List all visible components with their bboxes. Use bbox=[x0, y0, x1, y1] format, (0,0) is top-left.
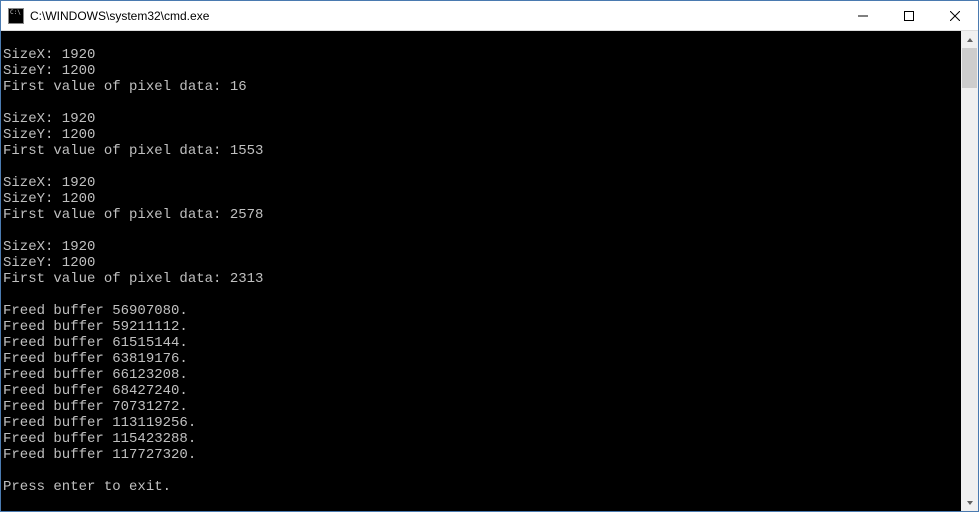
close-button[interactable] bbox=[932, 1, 978, 30]
maximize-icon bbox=[904, 11, 914, 21]
scroll-track[interactable] bbox=[961, 48, 978, 494]
console-output[interactable]: SizeX: 1920 SizeY: 1200 First value of p… bbox=[1, 31, 961, 511]
scroll-down-button[interactable] bbox=[961, 494, 978, 511]
vertical-scrollbar[interactable] bbox=[961, 31, 978, 511]
scroll-up-button[interactable] bbox=[961, 31, 978, 48]
close-icon bbox=[950, 11, 960, 21]
content-area: SizeX: 1920 SizeY: 1200 First value of p… bbox=[1, 31, 978, 511]
scroll-thumb[interactable] bbox=[962, 48, 977, 88]
minimize-icon bbox=[858, 11, 868, 21]
window-title: C:\WINDOWS\system32\cmd.exe bbox=[30, 9, 840, 23]
cmd-icon bbox=[8, 8, 24, 24]
maximize-button[interactable] bbox=[886, 1, 932, 30]
cmd-window: C:\WINDOWS\system32\cmd.exe SizeX: 1920 … bbox=[0, 0, 979, 512]
minimize-button[interactable] bbox=[840, 1, 886, 30]
window-controls bbox=[840, 1, 978, 30]
chevron-down-icon bbox=[966, 499, 974, 507]
chevron-up-icon bbox=[966, 36, 974, 44]
titlebar[interactable]: C:\WINDOWS\system32\cmd.exe bbox=[1, 1, 978, 31]
